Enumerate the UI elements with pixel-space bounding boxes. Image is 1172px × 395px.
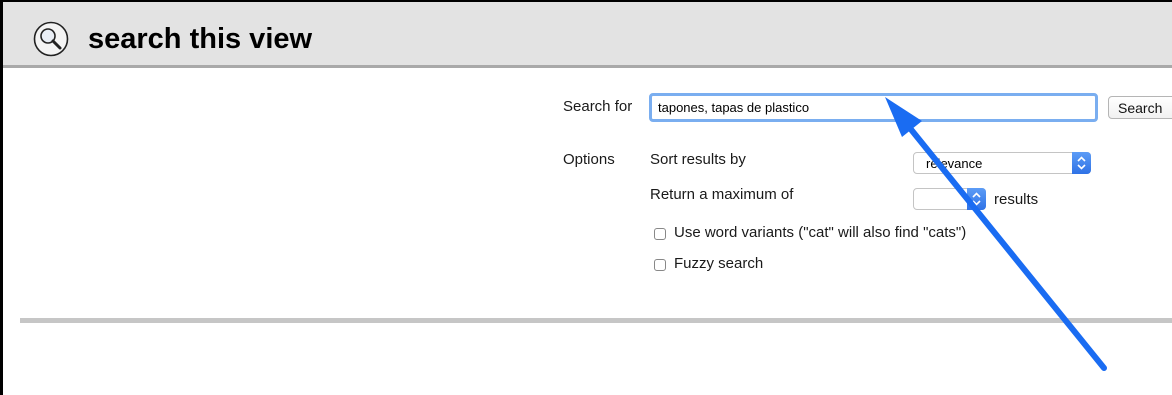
options-label: Options [563,151,615,168]
max-results-label: Return a maximum of [650,186,794,203]
max-results-select[interactable] [913,188,986,210]
section-divider [20,318,1172,323]
magnifier-icon [33,21,69,57]
page-title: search this view [88,23,313,55]
results-suffix-label: results [994,191,1039,208]
sort-select-value: relevance [926,156,983,171]
sort-select[interactable]: relevance [913,152,1091,174]
header-bar: search this view [3,2,1172,68]
word-variants-label[interactable]: Use word variants ("cat" will also find … [674,224,966,242]
search-button[interactable]: Search [1108,96,1172,119]
chevron-updown-icon [1072,152,1091,174]
search-for-label: Search for [563,98,633,115]
fuzzy-search-label[interactable]: Fuzzy search [674,255,763,273]
fuzzy-search-checkbox[interactable] [654,259,666,271]
chevron-updown-icon [967,188,986,210]
sort-results-label: Sort results by [650,151,746,168]
word-variants-checkbox[interactable] [654,228,666,240]
search-input[interactable] [649,93,1098,122]
